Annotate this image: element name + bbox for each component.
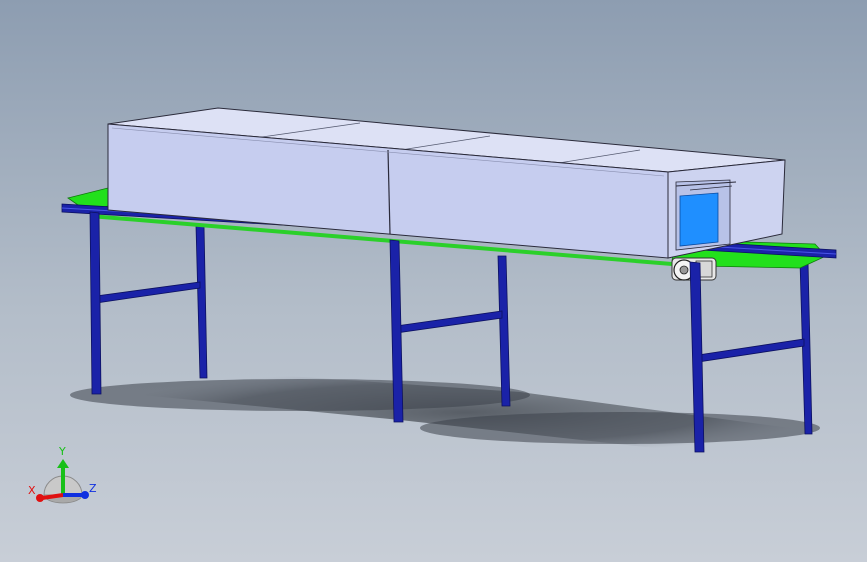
ground-shadow [70, 370, 820, 455]
y-axis-label: Y [58, 445, 66, 458]
drying-enclosure [107, 107, 786, 259]
z-axis-label: Z [89, 482, 97, 495]
cad-viewport[interactable]: Y X Z [0, 0, 867, 562]
conveyor-dryer-model[interactable] [0, 0, 867, 562]
coordinate-triad: Y X Z [28, 445, 97, 504]
x-axis-label: X [28, 484, 36, 497]
